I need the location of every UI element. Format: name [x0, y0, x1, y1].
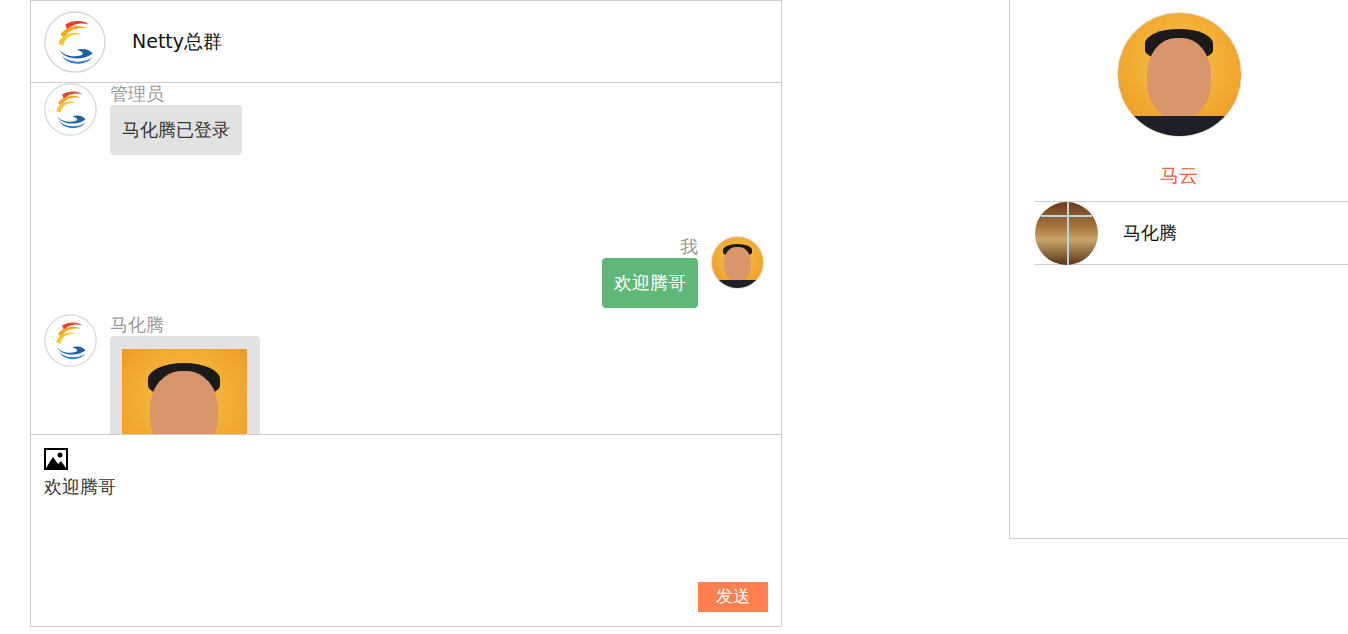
avatar-line	[1067, 202, 1069, 265]
message-list: 管理员马化腾已登录我欢迎腾哥马化腾	[31, 83, 781, 434]
profile-name: 马云	[1160, 163, 1198, 187]
send-button[interactable]: 发送	[698, 582, 768, 612]
message-input[interactable]: 欢迎腾哥	[44, 474, 768, 500]
avatar-face	[724, 247, 751, 281]
profile-avatar	[1117, 12, 1242, 137]
chat-panel: Netty总群管理员马化腾已登录我欢迎腾哥马化腾欢迎腾哥发送	[30, 0, 782, 627]
avatar-face	[1147, 38, 1211, 119]
group-logo-icon	[44, 83, 97, 136]
photo-face	[150, 371, 218, 434]
message: 管理员马化腾已登录	[44, 83, 764, 155]
chat-header: Netty总群	[31, 1, 781, 83]
image-upload-icon[interactable]	[44, 448, 68, 470]
message: 我欢迎腾哥	[44, 236, 764, 308]
avatar-bar	[1041, 215, 1091, 217]
shared-photo[interactable]	[122, 349, 247, 434]
composer: 欢迎腾哥发送	[31, 434, 781, 626]
message-bubble: 欢迎腾哥	[602, 258, 698, 308]
group-logo-icon	[44, 11, 106, 73]
avatar-suit	[1118, 116, 1241, 136]
group-logo-icon	[44, 314, 97, 367]
user-avatar	[711, 236, 764, 289]
message: 马化腾	[44, 314, 764, 434]
avatar-suit	[712, 280, 763, 288]
sender-name: 我	[680, 236, 698, 258]
message-body: 马化腾	[110, 314, 260, 434]
friend-list: 马化腾	[1035, 201, 1348, 265]
message-body: 我欢迎腾哥	[602, 236, 698, 308]
image-bubble[interactable]	[110, 336, 260, 434]
friend-item[interactable]: 马化腾	[1035, 202, 1348, 265]
profile: 马云	[1010, 0, 1348, 187]
message-body: 管理员马化腾已登录	[110, 83, 242, 155]
friend-name: 马化腾	[1123, 221, 1177, 245]
group-name: Netty总群	[132, 29, 222, 55]
sender-name: 马化腾	[110, 314, 164, 336]
contacts-panel: 马云马化腾	[1009, 0, 1348, 539]
sender-name: 管理员	[110, 83, 164, 105]
friend-avatar	[1035, 202, 1098, 265]
message-bubble: 马化腾已登录	[110, 105, 242, 155]
